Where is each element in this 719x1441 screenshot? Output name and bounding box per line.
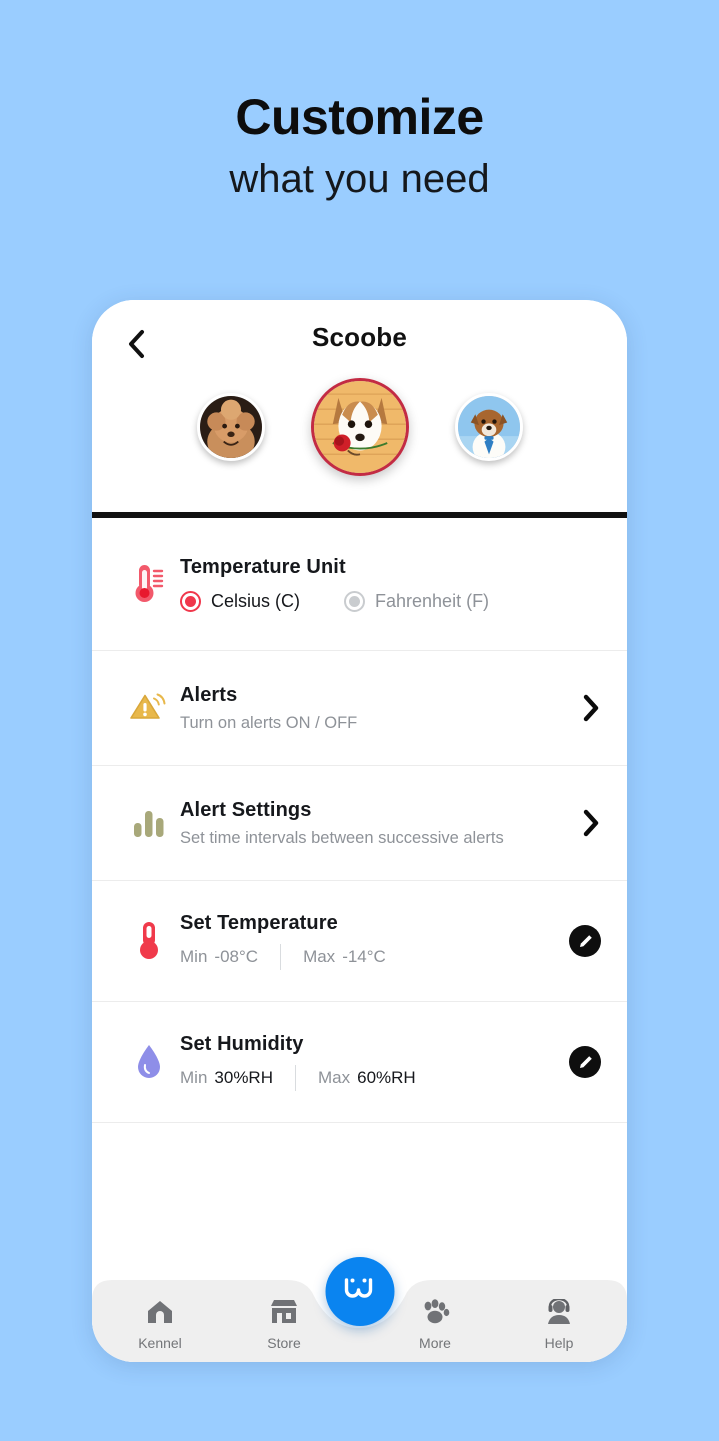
settings-row-alert-settings[interactable]: Alert Settings Set time intervals betwee… — [92, 766, 627, 881]
alerts-chevron[interactable] — [547, 694, 601, 722]
temperature-unit-options: Celsius (C) Fahrenheit (F) — [180, 591, 547, 612]
row-subtitle: Set time intervals between successive al… — [180, 828, 504, 847]
page-title: Scoobe — [311, 322, 408, 352]
settings-row-alerts[interactable]: Alerts Turn on alerts ON / OFF — [92, 651, 627, 766]
radio-mark-unselected — [344, 591, 366, 612]
temperature-min-max: Min -08°C Max -14°C — [180, 944, 547, 970]
home-icon — [146, 1299, 174, 1330]
set-humidity-edit[interactable] — [547, 1046, 601, 1078]
promo-subtitle: what you need — [229, 157, 490, 201]
settings-list: Temperature Unit Celsius (C) Fahrenheit … — [92, 518, 627, 1362]
alert-settings-chevron[interactable] — [547, 809, 601, 837]
terrier-tie-photo — [457, 396, 520, 458]
min-label: Min — [180, 947, 208, 966]
nav-label: Store — [267, 1335, 301, 1351]
brand-w-logo-icon — [342, 1274, 378, 1309]
settings-row-temperature-unit[interactable]: Temperature Unit Celsius (C) Fahrenheit … — [92, 518, 627, 651]
row-title: Set Temperature — [180, 912, 338, 934]
alerts-body: Alerts Turn on alerts ON / OFF — [180, 684, 547, 733]
nav-label: More — [419, 1335, 451, 1351]
radio-label: Celsius (C) — [211, 591, 301, 611]
support-agent-icon — [545, 1297, 573, 1330]
chevron-left-icon — [125, 329, 147, 359]
set-temperature-body: Set Temperature Min -08°C Max -14°C — [180, 912, 547, 970]
min-label: Min — [180, 1068, 208, 1087]
minmax-separator — [280, 944, 282, 970]
set-humidity-body: Set Humidity Min 30%RH Max 60%RH — [180, 1033, 547, 1091]
promo-banner: Customize what you need — [0, 0, 719, 200]
thermometer-filled-icon — [118, 920, 180, 962]
humidity-max: Max 60%RH — [318, 1068, 416, 1088]
chevron-right-icon — [581, 694, 601, 722]
humidity-min-max: Min 30%RH Max 60%RH — [180, 1065, 547, 1091]
edit-pencil-icon[interactable] — [569, 1046, 601, 1078]
max-label: Max — [318, 1068, 351, 1087]
dog-avatar-terrier-tie[interactable] — [454, 393, 523, 461]
alert-settings-body: Alert Settings Set time intervals betwee… — [180, 799, 547, 848]
min-value: -08°C — [214, 947, 259, 966]
water-drop-icon — [118, 1043, 180, 1081]
nav-label: Kennel — [138, 1335, 182, 1351]
phone-mockup: Scoobe Temperature Unit Celsius (C) Fahr… — [92, 300, 627, 1362]
row-title: Temperature Unit — [180, 556, 346, 578]
set-temperature-edit[interactable] — [547, 925, 601, 957]
max-label: Max — [303, 947, 336, 966]
temperature-min: Min -08°C — [180, 947, 258, 967]
settings-row-set-humidity[interactable]: Set Humidity Min 30%RH Max 60%RH — [92, 1002, 627, 1123]
dog-avatar-poodle[interactable] — [196, 393, 265, 461]
edit-pencil-icon[interactable] — [569, 925, 601, 957]
promo-title: Customize — [235, 89, 484, 145]
bar-chart-icon — [118, 806, 180, 840]
row-subtitle: Turn on alerts ON / OFF — [180, 713, 358, 732]
chevron-right-icon — [581, 809, 601, 837]
temperature-max: Max -14°C — [303, 947, 386, 967]
temperature-unit-body: Temperature Unit Celsius (C) Fahrenheit … — [180, 556, 547, 612]
poodle-photo — [199, 396, 262, 458]
nav-item-kennel[interactable]: Kennel — [98, 1291, 222, 1351]
radio-label: Fahrenheit (F) — [375, 591, 490, 611]
bottom-navigation: Kennel Store More Help — [92, 1257, 627, 1362]
row-title: Alert Settings — [180, 798, 312, 821]
max-value: 60%RH — [357, 1068, 416, 1087]
dog-avatar-jack-russell-rose[interactable] — [310, 378, 409, 476]
store-icon — [269, 1299, 299, 1330]
nav-label: Help — [544, 1335, 574, 1351]
settings-row-set-temperature[interactable]: Set Temperature Min -08°C Max -14°C — [92, 881, 627, 1002]
thermometer-icon — [118, 562, 180, 606]
alert-triangle-icon — [118, 688, 180, 728]
radio-mark-selected — [180, 591, 201, 612]
row-title: Alerts — [180, 683, 238, 706]
minmax-separator — [295, 1065, 296, 1091]
jack-russell-rose-photo — [313, 381, 406, 473]
pet-avatar-list — [92, 378, 627, 476]
app-header: Scoobe — [92, 300, 627, 512]
radio-celsius[interactable]: Celsius (C) — [180, 591, 300, 612]
min-value: 30%RH — [214, 1068, 273, 1087]
fab-brand-button[interactable] — [325, 1257, 394, 1326]
radio-fahrenheit[interactable]: Fahrenheit (F) — [344, 591, 489, 612]
max-value: -14°C — [342, 947, 386, 966]
back-button[interactable] — [114, 322, 158, 366]
paw-icon — [420, 1299, 450, 1330]
humidity-min: Min 30%RH — [180, 1068, 273, 1088]
nav-item-help[interactable]: Help — [497, 1291, 621, 1351]
row-title: Set Humidity — [180, 1033, 304, 1055]
